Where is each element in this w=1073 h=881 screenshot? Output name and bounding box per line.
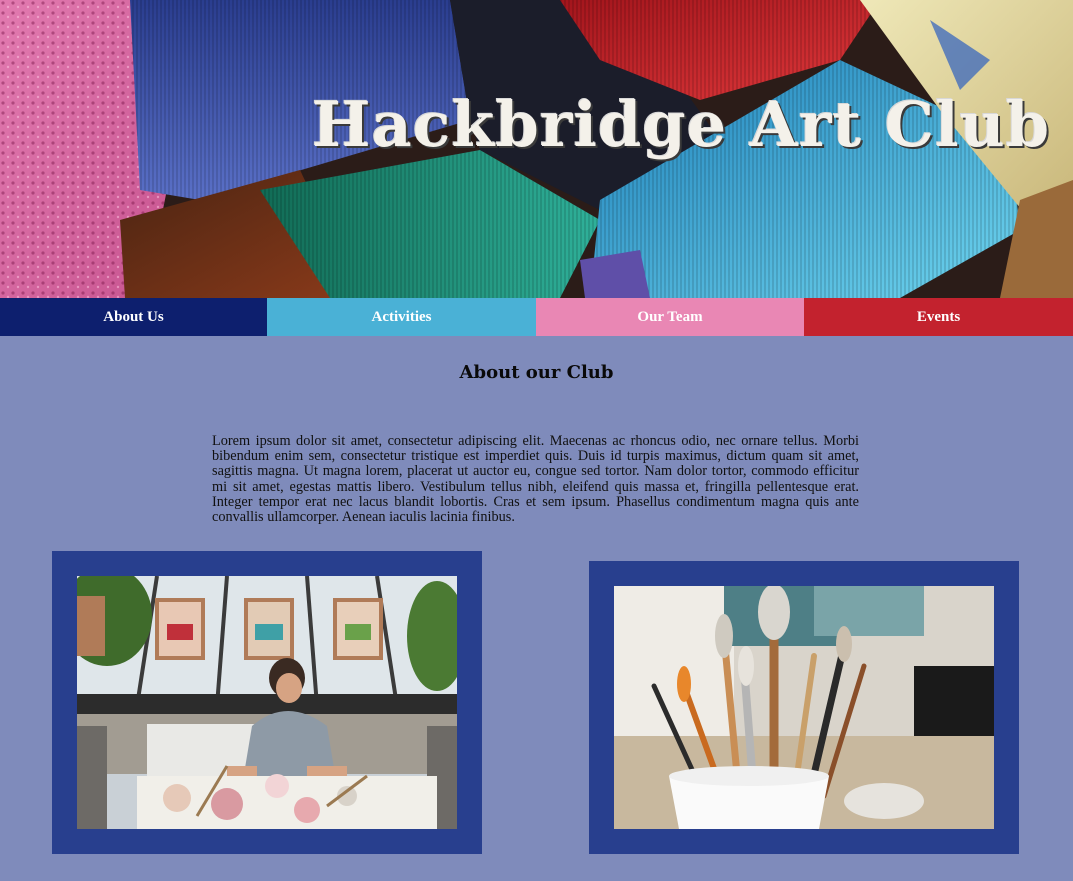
nav-activities[interactable]: Activities (267, 298, 536, 336)
hero-banner: Hackbridge Art Club (0, 0, 1073, 298)
painting-workshop-photo (77, 576, 457, 829)
nav-about-us[interactable]: About Us (0, 298, 267, 336)
intro-paragraph: Lorem ipsum dolor sit amet, consectetur … (212, 433, 859, 526)
site-title: Hackbridge Art Club (312, 88, 1051, 161)
main-nav: About Us Activities Our Team Events (0, 298, 1073, 336)
photo-frame-painting (52, 551, 482, 854)
photo-frame-brushes (589, 561, 1019, 854)
nav-events[interactable]: Events (804, 298, 1073, 336)
brushes-in-cup-photo (614, 586, 994, 829)
section-heading: About our Club (459, 362, 614, 383)
nav-our-team[interactable]: Our Team (536, 298, 804, 336)
